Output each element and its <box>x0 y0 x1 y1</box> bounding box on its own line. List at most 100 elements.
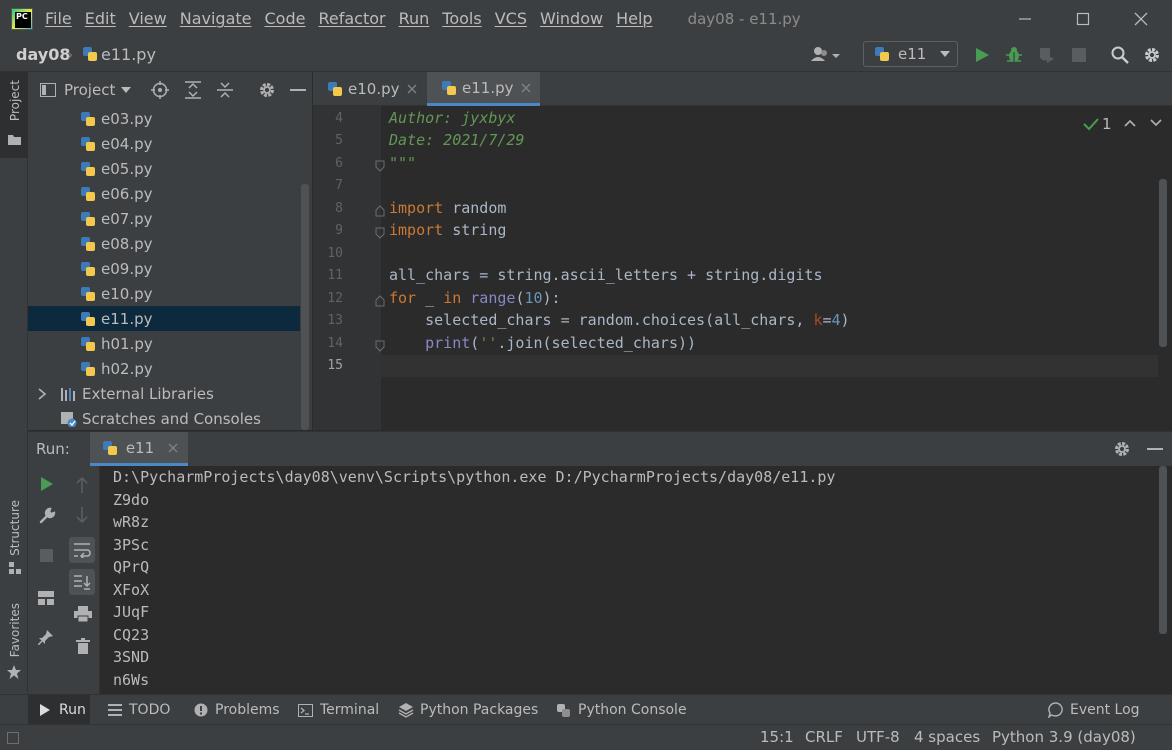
tree-scratches-consoles[interactable]: Scratches and Consoles <box>28 406 300 431</box>
fold-marker-icon[interactable] <box>375 160 385 172</box>
run-icon[interactable] <box>974 47 990 63</box>
structure-tool-tab[interactable]: Structure <box>0 492 28 582</box>
status-interpreter[interactable]: Python 3.9 (day08) <box>992 728 1136 746</box>
minimize-button[interactable] <box>996 0 1054 37</box>
arrow-down-icon[interactable] <box>75 506 89 524</box>
tree-file-e10[interactable]: e10.py <box>28 281 300 306</box>
run-tab-e11[interactable]: e11 <box>89 432 189 466</box>
tree-file-e08[interactable]: e08.py <box>28 231 300 256</box>
previous-highlight-icon[interactable] <box>1124 119 1136 127</box>
user-account-icon[interactable] <box>810 46 840 64</box>
hide-panel-icon[interactable] <box>290 88 307 92</box>
trash-icon[interactable] <box>76 638 90 654</box>
pin-tab-icon[interactable] <box>38 629 54 645</box>
soft-wrap-button[interactable] <box>69 537 95 563</box>
python-console-icon <box>557 703 570 717</box>
menu-refactor[interactable]: Refactor <box>318 9 385 28</box>
menu-code[interactable]: Code <box>265 9 306 28</box>
menu-file[interactable]: File <box>45 9 72 28</box>
close-tab-icon[interactable] <box>521 83 531 93</box>
tree-file-h02[interactable]: h02.py <box>28 356 300 381</box>
search-icon[interactable] <box>1111 46 1129 64</box>
inspection-ok-icon[interactable] <box>1083 117 1099 131</box>
tab-e11[interactable]: e11.py <box>427 72 540 106</box>
menu-tools[interactable]: Tools <box>442 9 481 28</box>
line-number: 5 <box>335 133 343 148</box>
editor-scrollbar[interactable] <box>1159 179 1167 347</box>
project-tool-tab[interactable]: Project <box>0 72 28 158</box>
tab-e10[interactable]: e10.py <box>313 72 427 106</box>
bottom-tab-problems[interactable]: Problems <box>194 695 280 725</box>
tree-file-e09[interactable]: e09.py <box>28 256 300 281</box>
settings-gear-icon[interactable] <box>1113 440 1131 458</box>
stop-icon[interactable] <box>1072 48 1086 62</box>
bottom-tab-run[interactable]: Run <box>28 695 90 725</box>
menu-help[interactable]: Help <box>616 9 652 28</box>
settings-gear-icon[interactable] <box>258 81 276 99</box>
bottom-tab-python-packages[interactable]: Python Packages <box>398 695 538 725</box>
close-tab-icon[interactable] <box>407 84 417 94</box>
fold-marker-icon[interactable] <box>375 227 385 239</box>
collapse-all-icon[interactable] <box>217 81 234 99</box>
run-config-selector[interactable]: e11 <box>863 41 958 67</box>
expand-all-icon[interactable] <box>185 81 202 99</box>
status-caret-position[interactable]: 15:1 <box>760 728 794 746</box>
menu-window[interactable]: Window <box>540 9 603 28</box>
project-scrollbar[interactable] <box>301 184 309 430</box>
status-encoding[interactable]: UTF-8 <box>856 728 900 746</box>
tree-external-libraries[interactable]: External Libraries <box>28 381 300 406</box>
menu-navigate[interactable]: Navigate <box>180 9 252 28</box>
toggle-tool-windows-icon[interactable] <box>7 732 19 744</box>
rerun-icon[interactable] <box>40 477 54 491</box>
bottom-tab-python-console[interactable]: Python Console <box>556 695 687 725</box>
favorites-tool-tab[interactable]: Favorites <box>0 597 28 687</box>
breadcrumb-file[interactable]: e11.py <box>101 45 156 64</box>
menu-vcs[interactable]: VCS <box>495 9 527 28</box>
tree-scratches-label: Scratches and Consoles <box>82 409 261 428</box>
stop-icon[interactable] <box>40 549 53 562</box>
next-highlight-icon[interactable] <box>1150 119 1162 127</box>
print-icon[interactable] <box>74 606 92 622</box>
tree-file-e05[interactable]: e05.py <box>28 156 300 181</box>
code-line-14: print(''.join(selected_chars)) <box>425 334 697 352</box>
edit-config-wrench-icon[interactable] <box>38 507 56 525</box>
tree-file-e06[interactable]: e06.py <box>28 181 300 206</box>
tree-file-h01[interactable]: h01.py <box>28 331 300 356</box>
bottom-tab-todo[interactable]: TODO <box>108 695 170 725</box>
status-indent[interactable]: 4 spaces <box>914 728 980 746</box>
debug-icon[interactable] <box>1005 46 1023 64</box>
arrow-up-icon[interactable] <box>75 476 89 494</box>
fold-marker-icon[interactable] <box>375 295 385 307</box>
tree-file-label: e07.py <box>101 209 153 228</box>
menu-run[interactable]: Run <box>399 9 430 28</box>
tree-file-e03[interactable]: e03.py <box>28 106 300 131</box>
breadcrumb-project[interactable]: day08 <box>16 45 70 64</box>
fold-marker-icon[interactable] <box>375 340 385 352</box>
status-line-separator[interactable]: CRLF <box>805 728 843 746</box>
tree-file-e04[interactable]: e04.py <box>28 131 300 156</box>
chevron-down-icon[interactable] <box>121 87 132 93</box>
coverage-icon[interactable] <box>1037 46 1055 64</box>
hide-panel-icon[interactable] <box>1147 447 1163 451</box>
console-scrollbar[interactable] <box>1159 466 1167 634</box>
fold-marker-icon[interactable] <box>375 205 385 217</box>
menu-view[interactable]: View <box>129 9 167 28</box>
layout-icon[interactable] <box>38 591 54 605</box>
project-panel-title[interactable]: Project <box>64 81 115 99</box>
locate-file-icon[interactable] <box>151 81 170 99</box>
tree-file-e11-selected[interactable]: e11.py <box>28 306 300 331</box>
maximize-button[interactable] <box>1054 0 1112 37</box>
close-tab-icon[interactable] <box>168 443 178 453</box>
python-file-icon <box>81 111 95 126</box>
event-log-button[interactable]: Event Log <box>1048 695 1140 725</box>
settings-gear-icon[interactable] <box>1143 46 1161 64</box>
library-icon <box>61 387 75 401</box>
bottom-tab-terminal[interactable]: Terminal <box>298 695 379 725</box>
chevron-right-icon[interactable] <box>37 387 47 400</box>
inspection-count[interactable]: 1 <box>1102 115 1112 133</box>
scroll-to-end-button[interactable] <box>69 569 95 595</box>
close-window-button[interactable] <box>1112 0 1170 37</box>
tree-file-e07[interactable]: e07.py <box>28 206 300 231</box>
menu-edit[interactable]: Edit <box>85 9 116 28</box>
code-line-11: all_chars = string.ascii_letters + strin… <box>389 266 823 284</box>
